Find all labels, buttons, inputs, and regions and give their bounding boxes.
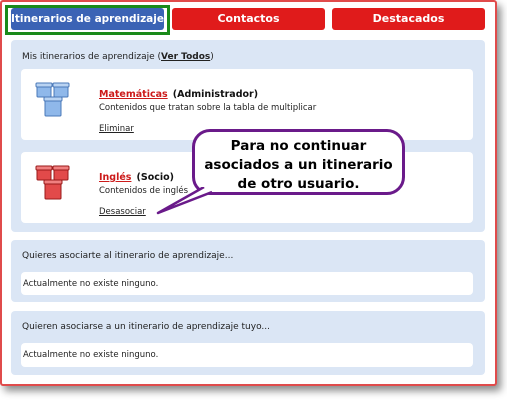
tab-destacados[interactable]: Destacados <box>332 8 485 30</box>
itinerary-role: (Administrador) <box>172 89 259 100</box>
itinerary-header: Inglés (Socio) <box>99 165 174 184</box>
eliminar-link[interactable]: Eliminar <box>99 124 134 134</box>
want-to-associate-yours-panel: Quieren asociarse a un itinerario de apr… <box>11 311 485 375</box>
annotation-callout: Para no continuar asociados a un itinera… <box>192 129 405 195</box>
want-to-associate-yours-card: Actualmente no existe ninguno. <box>21 343 473 367</box>
empty-message: Actualmente no existe ninguno. <box>23 350 159 360</box>
callout-pointer <box>156 187 212 215</box>
empty-message: Actualmente no existe ninguno. <box>23 279 159 289</box>
itinerary-name-link[interactable]: Inglés <box>99 172 131 183</box>
stacked-boxes-icon <box>35 165 70 200</box>
itinerary-header: Matemáticas (Administrador) <box>99 82 258 101</box>
callout-text: Para no continuar asociados a un itinera… <box>204 138 393 192</box>
app-window: Itinerarios de aprendizaje Contactos Des… <box>0 0 497 386</box>
desasociar-link[interactable]: Desasociar <box>99 207 146 217</box>
itinerary-role: (Socio) <box>136 172 175 183</box>
tab-itinerarios[interactable]: Itinerarios de aprendizaje <box>11 8 164 30</box>
itinerary-description: Contenidos que tratan sobre la tabla de … <box>99 103 317 113</box>
itinerary-name-link[interactable]: Matemáticas <box>99 89 168 100</box>
want-to-associate-panel: Quieres asociarte al itinerario de apren… <box>11 240 485 302</box>
want-to-associate-card: Actualmente no existe ninguno. <box>21 272 473 295</box>
my-itineraries-title-close: ) <box>210 52 214 62</box>
stacked-boxes-icon <box>35 82 70 117</box>
my-itineraries-title-text: Mis itinerarios de aprendizaje ( <box>22 52 162 62</box>
want-to-associate-title: Quieres asociarte al itinerario de apren… <box>22 251 234 261</box>
want-to-associate-yours-title: Quieren asociarse a un itinerario de apr… <box>22 322 271 332</box>
my-itineraries-title: Mis itinerarios de aprendizaje (Ver Todo… <box>22 52 214 62</box>
tab-contactos[interactable]: Contactos <box>172 8 325 30</box>
see-all-link[interactable]: Ver Todos <box>161 52 210 62</box>
